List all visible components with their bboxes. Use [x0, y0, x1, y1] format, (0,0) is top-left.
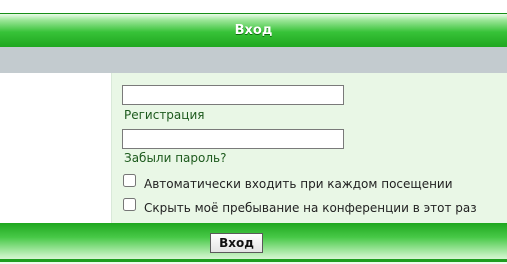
hide-online-label: Скрыть моё пребывание на конференции в э…: [144, 201, 477, 215]
username-input[interactable]: [122, 85, 344, 105]
forgot-password-link[interactable]: Забыли пароль?: [124, 151, 226, 165]
autologin-label: Автоматически входить при каждом посещен…: [144, 177, 453, 191]
register-link[interactable]: Регистрация: [124, 108, 204, 122]
form-label-column: [0, 73, 112, 223]
login-header: Вход: [0, 13, 507, 47]
top-strip: [0, 0, 507, 13]
password-input[interactable]: [122, 129, 344, 149]
page-title: Вход: [234, 23, 273, 38]
autologin-checkbox[interactable]: [123, 174, 136, 187]
footer-bottom-line: [0, 259, 507, 262]
hide-online-checkbox[interactable]: [123, 198, 136, 211]
login-submit-button[interactable]: Вход: [210, 233, 263, 253]
header-separator-bar: [0, 47, 507, 73]
